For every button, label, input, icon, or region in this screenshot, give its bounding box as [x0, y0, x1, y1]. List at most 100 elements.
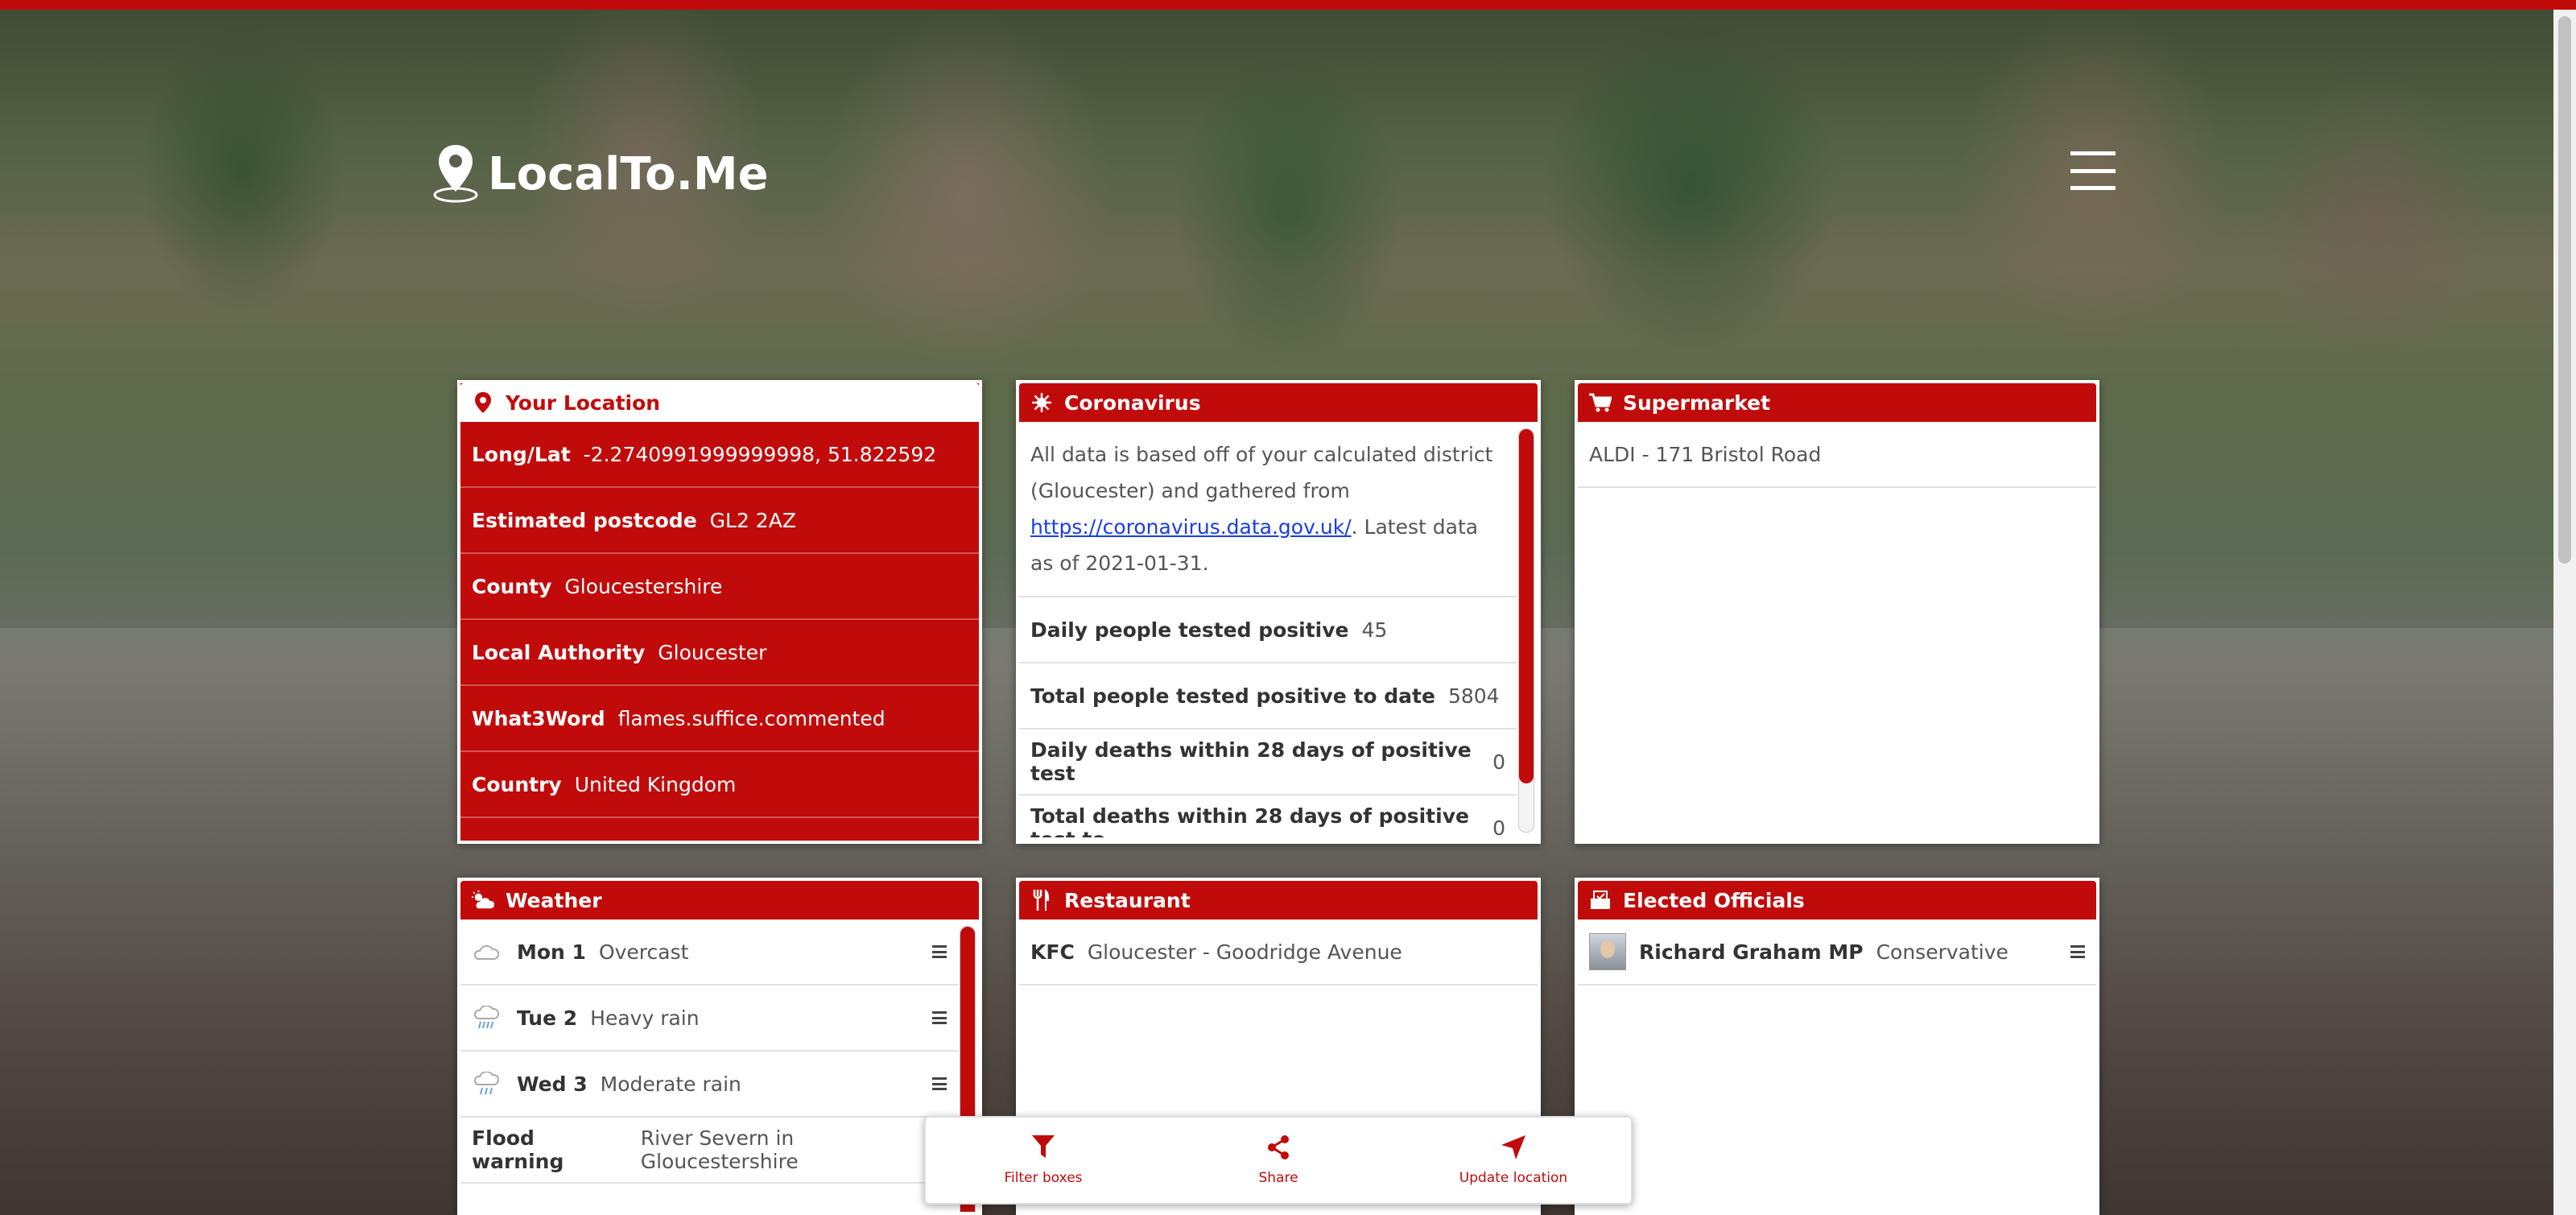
covid-row-total-positive: Total people tested positive to date 5804	[1019, 663, 1517, 729]
row-label: Local Authority	[472, 640, 646, 664]
share-button[interactable]: Share	[1190, 1134, 1367, 1186]
row-value: flames.suffice.commented	[617, 706, 886, 730]
ballot-box-icon	[1589, 891, 1612, 910]
official-item[interactable]: Richard Graham MP Conservative	[1578, 920, 2096, 986]
page-scrollbar-thumb[interactable]	[2558, 16, 2571, 564]
location-card-title: Your Location	[506, 391, 661, 415]
flood-label: Flood warning	[472, 1126, 564, 1173]
weather-desc: Moderate rain	[600, 1072, 741, 1096]
fork-knife-icon	[1030, 890, 1053, 911]
sun-cloud-icon	[472, 890, 494, 911]
map-marker-icon	[472, 392, 494, 413]
row-value: GL2 2AZ	[709, 508, 796, 532]
avatar	[1589, 933, 1626, 970]
filter-boxes-button[interactable]: Filter boxes	[955, 1134, 1132, 1186]
official-name: Richard Graham MP	[1639, 940, 1864, 964]
officials-card-header: Elected Officials	[1578, 881, 2096, 920]
restaurant-card-title: Restaurant	[1064, 888, 1191, 912]
row-value: -2.2740991999999998, 51.822592	[583, 442, 937, 466]
weather-day-row[interactable]: Wed 3 Moderate rain	[460, 1052, 958, 1118]
hamburger-menu-button[interactable]	[2070, 151, 2116, 190]
covid-row-total-deaths: Total deaths within 28 days of positive …	[1019, 796, 1517, 837]
coronavirus-card-body[interactable]: All data is based off of your calculated…	[1019, 422, 1538, 837]
row-value: 0	[1492, 816, 1505, 838]
map-pin-icon	[431, 142, 480, 206]
row-menu-icon[interactable]	[2070, 945, 2085, 958]
row-value: Gloucester	[658, 640, 767, 664]
row-label: Daily deaths within 28 days of positive …	[1030, 738, 1472, 785]
row-label: Long/Lat	[472, 442, 571, 466]
virus-icon	[1030, 393, 1053, 412]
coronavirus-card: Coronavirus All data is based off of you…	[1016, 380, 1541, 844]
location-row-country: Country United Kingdom	[460, 752, 979, 818]
supermarket-card-header: Supermarket	[1578, 383, 2096, 422]
location-arrow-icon	[1501, 1134, 1525, 1170]
rain-icon	[472, 1072, 501, 1096]
weather-card-header: Weather	[460, 881, 979, 920]
update-location-button[interactable]: Update location	[1425, 1134, 1602, 1186]
intro-text: All data is based off of your calculated…	[1030, 443, 1493, 502]
share-label: Share	[1258, 1169, 1298, 1186]
location-row-longlat: Long/Lat -2.2740991999999998, 51.822592	[460, 422, 979, 488]
location-card: Your Location Long/Lat -2.274099199999999…	[457, 380, 982, 844]
coronavirus-card-title: Coronavirus	[1064, 391, 1201, 415]
cloud-icon	[472, 943, 501, 961]
flood-value: River Severn in Gloucestershire	[640, 1126, 799, 1173]
row-label: County	[472, 574, 552, 598]
row-label: Estimated postcode	[472, 508, 697, 532]
location-row-what3word: What3Word flames.suffice.commented	[460, 686, 979, 752]
row-menu-icon[interactable]	[932, 1011, 947, 1024]
row-menu-icon[interactable]	[932, 1077, 947, 1090]
row-label: Daily people tested positive	[1030, 618, 1349, 642]
weather-day: Tue 2	[517, 1006, 578, 1030]
supermarket-card: Supermarket ALDI - 171 Bristol Road	[1575, 380, 2099, 844]
row-value: 5804	[1447, 684, 1500, 708]
weather-day-row[interactable]: Mon 1 Overcast	[460, 920, 958, 986]
coronavirus-intro: All data is based off of your calculated…	[1019, 422, 1517, 597]
row-value: 0	[1492, 750, 1505, 774]
supermarket-card-title: Supermarket	[1623, 391, 1771, 415]
filter-boxes-label: Filter boxes	[1004, 1169, 1083, 1186]
coronavirus-card-header: Coronavirus	[1019, 383, 1538, 422]
weather-card-body[interactable]: Mon 1 Overcast Tue 2 Heavy rain Wed 3 Moder…	[460, 920, 979, 1212]
officials-card-body: Richard Graham MP Conservative	[1578, 920, 2096, 986]
covid-row-daily-deaths: Daily deaths within 28 days of positive …	[1019, 729, 1517, 796]
officials-card-title: Elected Officials	[1623, 888, 1805, 912]
site-logo[interactable]: LocalTo.Me	[431, 142, 769, 206]
location-card-header: Your Location	[460, 383, 979, 422]
official-party: Conservative	[1876, 940, 2008, 964]
coronavirus-scrollbar[interactable]	[1518, 428, 1534, 833]
weather-day: Wed 3	[517, 1072, 588, 1096]
row-value: 45	[1361, 618, 1388, 642]
share-icon	[1267, 1134, 1290, 1170]
shopping-cart-icon	[1589, 393, 1612, 412]
restaurant-place: Gloucester - Goodridge Avenue	[1087, 940, 1402, 964]
row-label: Total deaths within 28 days of positive …	[1030, 804, 1469, 837]
coronavirus-data-link[interactable]: https://coronavirus.data.gov.uk/	[1030, 515, 1352, 539]
restaurant-card-header: Restaurant	[1019, 881, 1538, 920]
row-label: What3Word	[472, 706, 605, 730]
restaurant-item[interactable]: KFC Gloucester - Goodridge Avenue	[1019, 920, 1538, 986]
weather-card-title: Weather	[506, 888, 602, 912]
row-menu-icon[interactable]	[932, 945, 947, 958]
row-label: Country	[472, 772, 562, 796]
row-value: United Kingdom	[574, 772, 737, 796]
supermarket-card-body: ALDI - 171 Bristol Road	[1578, 422, 2096, 488]
logo-text: LocalTo.Me	[488, 147, 769, 200]
top-accent-bar	[0, 0, 2576, 10]
restaurant-name: KFC	[1030, 940, 1075, 964]
weather-desc: Overcast	[598, 940, 689, 964]
weather-desc: Heavy rain	[590, 1006, 700, 1030]
weather-day: Mon 1	[517, 940, 586, 964]
officials-card: Elected Officials Richard Graham MP Conse…	[1575, 878, 2099, 1215]
weather-day-row[interactable]: Tue 2 Heavy rain	[460, 986, 958, 1052]
row-value: Gloucestershire	[564, 574, 723, 598]
supermarket-item[interactable]: ALDI - 171 Bristol Road	[1578, 422, 2096, 488]
update-location-label: Update location	[1459, 1169, 1568, 1186]
rain-icon	[472, 1006, 501, 1030]
page-scrollbar[interactable]	[2553, 10, 2576, 1215]
supermarket-name: ALDI - 171 Bristol Road	[1589, 442, 1822, 466]
weather-card: Weather Mon 1 Overcast Tue 2 Heavy rain We…	[457, 878, 982, 1215]
coronavirus-scrollbar-thumb[interactable]	[1519, 429, 1534, 783]
location-row-authority: Local Authority Gloucester	[460, 620, 979, 686]
